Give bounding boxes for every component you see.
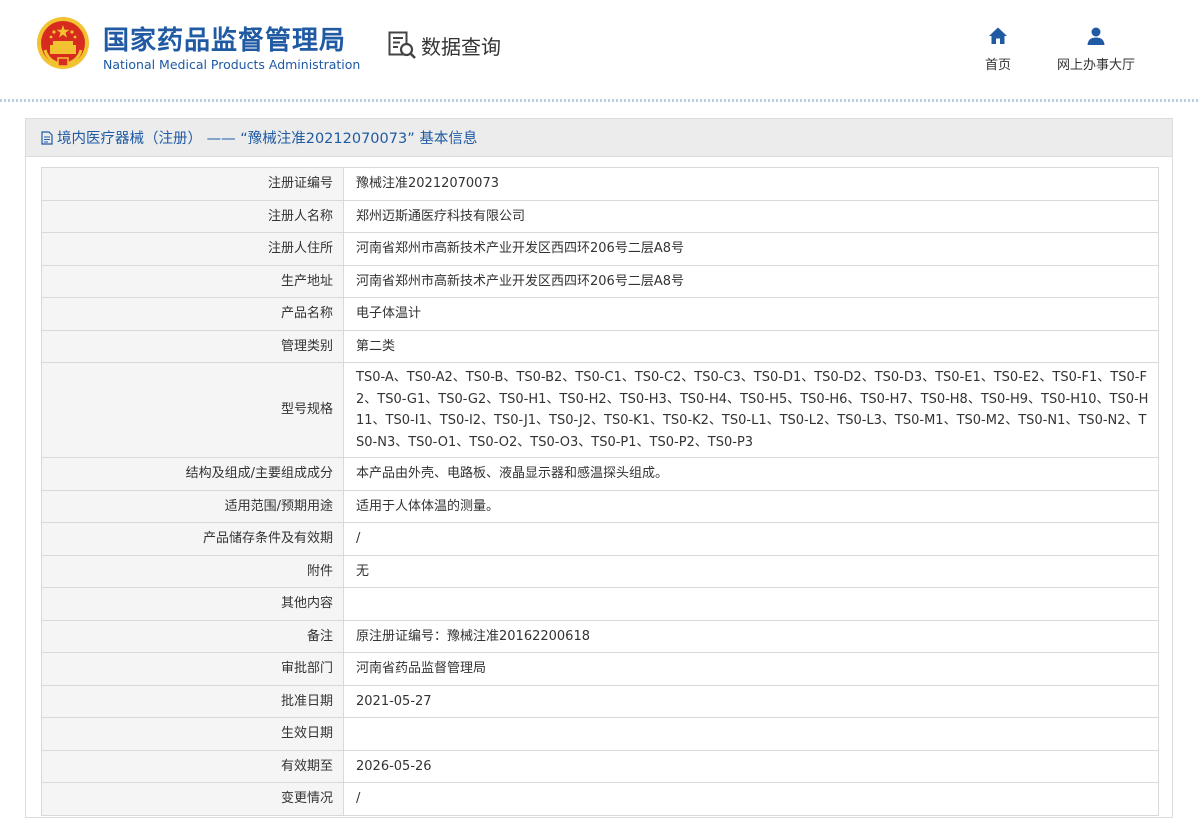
- row-label: 型号规格: [41, 362, 344, 458]
- row-value: 豫械注准20212070073: [343, 167, 1159, 201]
- row-label: 附件: [41, 554, 344, 588]
- table-row-remarks: 备注 原注册证编号：豫械注准20162200618: [41, 619, 1159, 653]
- table-row-approval-dept: 审批部门 河南省药品监督管理局: [41, 652, 1159, 686]
- nav-online-hall-label: 网上办事大厅: [1056, 58, 1135, 73]
- home-icon: [989, 27, 1007, 44]
- row-label: 生效日期: [41, 717, 344, 751]
- nav-home-label: 首页: [984, 58, 1011, 73]
- row-value: 河南省郑州市高新技术产业开发区西四环206号二层A8号: [343, 264, 1159, 298]
- table-row-reg-number: 注册证编号 豫械注准20212070073: [41, 167, 1159, 201]
- table-row-effective-date: 生效日期: [41, 717, 1159, 751]
- org-name-cn: 国家药品监督管理局: [103, 26, 347, 56]
- panel-title-bar: 境内医疗器械（注册） —— “豫械注准20212070073” 基本信息: [26, 119, 1172, 157]
- row-label: 产品储存条件及有效期: [41, 522, 344, 556]
- row-label: 注册人名称: [41, 199, 344, 233]
- row-label: 产品名称: [41, 297, 344, 331]
- table-row-production-address: 生产地址 河南省郑州市高新技术产业开发区西四环206号二层A8号: [41, 264, 1159, 298]
- panel-title: 境内医疗器械（注册） —— “豫械注准20212070073” 基本信息: [57, 131, 478, 147]
- row-label: 注册人住所: [41, 232, 344, 266]
- row-value: 适用于人体体温的测量。: [343, 489, 1159, 523]
- table-row-model-spec: 型号规格 TS0-A、TS0-A2、TS0-B、TS0-B2、TS0-C1、TS…: [41, 362, 1159, 458]
- row-label: 适用范围/预期用途: [41, 489, 344, 523]
- row-label: 有效期至: [41, 749, 344, 783]
- row-label: 结构及组成/主要组成成分: [41, 457, 344, 491]
- row-value: 2021-05-27: [343, 684, 1159, 718]
- table-row-product-name: 产品名称 电子体温计: [41, 297, 1159, 331]
- row-label: 管理类别: [41, 329, 344, 363]
- org-name-en: National Medical Products Administration: [103, 57, 361, 72]
- table-row-structure: 结构及组成/主要组成成分 本产品由外壳、电路板、液晶显示器和感温探头组成。: [41, 457, 1159, 491]
- row-value: 无: [343, 554, 1159, 588]
- table-row-other: 其他内容: [41, 587, 1159, 621]
- user-icon: [1087, 27, 1105, 45]
- header-divider: [0, 99, 1200, 102]
- table-row-storage: 产品储存条件及有效期 /: [41, 522, 1159, 556]
- document-search-icon: [388, 31, 416, 59]
- document-icon: [41, 130, 53, 145]
- table-row-registrant-name: 注册人名称 郑州迈斯通医疗科技有限公司: [41, 199, 1159, 233]
- row-value: 第二类: [343, 329, 1159, 363]
- row-label: 批准日期: [41, 684, 344, 718]
- table-row-approval-date: 批准日期 2021-05-27: [41, 684, 1159, 718]
- nav-online-hall-link[interactable]: 网上办事大厅: [1048, 26, 1144, 73]
- table-row-changes: 变更情况 /: [41, 782, 1159, 816]
- info-panel: 境内医疗器械（注册） —— “豫械注准20212070073” 基本信息 注册证…: [25, 118, 1173, 818]
- row-value: 原注册证编号：豫械注准20162200618: [343, 619, 1159, 653]
- nav-home-link[interactable]: 首页: [980, 26, 1016, 73]
- row-label: 变更情况: [41, 782, 344, 816]
- registration-info-table: 注册证编号 豫械注准20212070073 注册人名称 郑州迈斯通医疗科技有限公…: [41, 167, 1159, 816]
- row-value: [343, 717, 1159, 751]
- row-label: 注册证编号: [41, 167, 344, 201]
- table-row-management-class: 管理类别 第二类: [41, 329, 1159, 363]
- row-value: [343, 587, 1159, 621]
- row-value: 2026-05-26: [343, 749, 1159, 783]
- table-row-attachment: 附件 无: [41, 554, 1159, 588]
- table-row-scope: 适用范围/预期用途 适用于人体体温的测量。: [41, 489, 1159, 523]
- row-label: 生产地址: [41, 264, 344, 298]
- data-query-heading: 数据查询: [387, 30, 501, 60]
- row-value: 河南省药品监督管理局: [343, 652, 1159, 686]
- row-label: 备注: [41, 619, 344, 653]
- row-value: 本产品由外壳、电路板、液晶显示器和感温探头组成。: [343, 457, 1159, 491]
- row-value: 电子体温计: [343, 297, 1159, 331]
- table-row-valid-until: 有效期至 2026-05-26: [41, 749, 1159, 783]
- row-label: 审批部门: [41, 652, 344, 686]
- national-emblem-icon: [37, 17, 89, 69]
- row-label: 其他内容: [41, 587, 344, 621]
- row-value: /: [343, 522, 1159, 556]
- row-value: 河南省郑州市高新技术产业开发区西四环206号二层A8号: [343, 232, 1159, 266]
- data-query-title: 数据查询: [421, 34, 501, 59]
- row-value: 郑州迈斯通医疗科技有限公司: [343, 199, 1159, 233]
- row-value: TS0-A、TS0-A2、TS0-B、TS0-B2、TS0-C1、TS0-C2、…: [343, 362, 1159, 458]
- site-header: 国家药品监督管理局 National Medical Products Admi…: [0, 0, 1200, 102]
- row-value: /: [343, 782, 1159, 816]
- table-row-registrant-address: 注册人住所 河南省郑州市高新技术产业开发区西四环206号二层A8号: [41, 232, 1159, 266]
